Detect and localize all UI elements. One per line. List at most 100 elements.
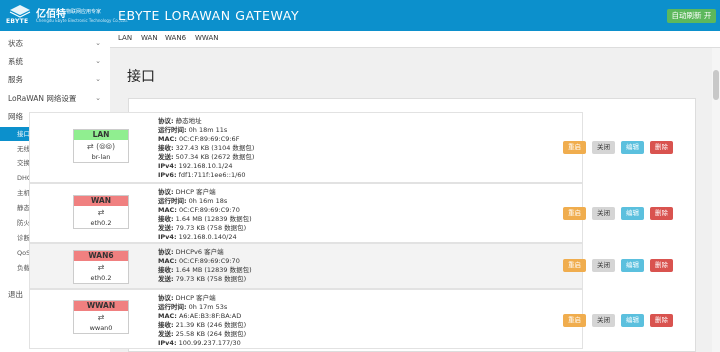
info-key: IPv4: <box>158 233 177 241</box>
info-line: IPv4: 100.99.237.177/30 <box>158 339 246 348</box>
interface-info: 协议: DHCP 客户端 运行时间: 0h 16m 18s MAC: 0C:CF… <box>158 188 252 242</box>
chevron-down-icon: ⌄ <box>95 39 101 47</box>
info-line: 接收: 1.64 MB (12839 数据包) <box>158 266 252 275</box>
delete-button[interactable]: 删除 <box>650 141 673 154</box>
info-key: 协议: <box>158 248 174 256</box>
info-key: MAC: <box>158 257 177 265</box>
page-title: 接口 <box>127 69 155 85</box>
info-key: MAC: <box>158 206 177 214</box>
stop-button[interactable]: 关闭 <box>592 314 615 327</box>
logo-brand: EBYTE <box>6 18 29 25</box>
interface-badge: WAN6 ⇄ eth0.2 <box>73 250 129 284</box>
interface-name: WWAN <box>74 301 128 311</box>
chevron-down-icon: ⌄ <box>95 57 101 65</box>
interface-info: 协议: DHCP 客户端 运行时间: 0h 17m 53s MAC: A6:AE… <box>158 294 246 348</box>
interface-badge: LAN ⇄ (⦾⦾) br-lan <box>73 129 129 163</box>
tab-wan6[interactable]: WAN6 <box>165 34 186 42</box>
interface-name: WAN <box>74 196 128 206</box>
info-line: 协议: DHCP 客户端 <box>158 188 252 197</box>
logo-subtitle: Chengdu Ebyte Electronic Technology Co.,… <box>36 18 128 23</box>
info-value: 1.64 MB (12839 数据包) <box>173 215 252 223</box>
sidebar-item-lorawan[interactable]: LoRaWAN 网络设置 ⌄ <box>0 90 110 107</box>
info-key: IPv4: <box>158 162 177 170</box>
edit-button[interactable]: 编辑 <box>621 314 644 327</box>
interface-device-icon: ⇄ <box>97 208 105 217</box>
info-line: 发送: 79.73 KB (758 数据包) <box>158 224 252 233</box>
edit-button[interactable]: 编辑 <box>621 207 644 220</box>
stop-button[interactable]: 关闭 <box>592 141 615 154</box>
info-value: A6:AE:B3:8F:BA:AD <box>176 312 242 320</box>
info-key: 运行时间: <box>158 197 187 205</box>
stop-button[interactable]: 关闭 <box>592 207 615 220</box>
info-key: 发送: <box>158 275 174 283</box>
info-line: MAC: A6:AE:B3:8F:BA:AD <box>158 312 246 321</box>
info-value: 192.168.0.140/24 <box>176 233 237 241</box>
info-key: 协议: <box>158 188 174 196</box>
info-value: 100.99.237.177/30 <box>176 339 241 347</box>
edit-button[interactable]: 编辑 <box>621 259 644 272</box>
restart-button[interactable]: 重启 <box>563 314 586 327</box>
restart-button[interactable]: 重启 <box>563 141 586 154</box>
info-value: 25.58 KB (264 数据包) <box>173 330 247 338</box>
interface-device: eth0.2 <box>90 219 112 227</box>
interface-row-lan: LAN ⇄ (⦾⦾) br-lan 协议: 静态地址 运行时间: 0h 18m … <box>29 112 673 183</box>
info-key: 运行时间: <box>158 303 187 311</box>
restart-button[interactable]: 重启 <box>563 207 586 220</box>
tab-lan[interactable]: LAN <box>118 34 132 42</box>
info-value: 静态地址 <box>173 117 202 125</box>
app-title: EBYTE LORAWAN GATEWAY <box>118 8 300 23</box>
chevron-down-icon: ⌄ <box>95 94 101 102</box>
logo-tagline: 物联网应用专家 <box>66 9 102 15</box>
logout-link[interactable]: 退出 <box>8 289 23 300</box>
info-value: 0C:CF:89:69:C9:70 <box>176 206 240 214</box>
sidebar-item-services[interactable]: 服务 ⌄ <box>0 71 110 88</box>
tab-wan[interactable]: WAN <box>141 34 158 42</box>
delete-button[interactable]: 删除 <box>650 207 673 220</box>
sidebar-item-status[interactable]: 状态 ⌄ <box>0 35 110 52</box>
interface-badge: WWAN ⇄ wwan0 <box>73 300 129 334</box>
scrollbar-thumb[interactable] <box>713 70 719 100</box>
delete-button[interactable]: 删除 <box>650 259 673 272</box>
interface-device: wwan0 <box>89 324 113 332</box>
info-key: 接收: <box>158 321 174 329</box>
interface-info: 协议: DHCPv6 客户端 MAC: 0C:CF:89:69:C9:70 接收… <box>158 248 252 284</box>
info-value: 79.73 KB (758 数据包) <box>173 275 247 283</box>
interface-device-icon: ⇄ <box>97 263 105 272</box>
info-key: IPv6: <box>158 171 177 179</box>
interface-name: LAN <box>74 130 128 140</box>
info-line: MAC: 0C:CF:89:69:C9:70 <box>158 206 252 215</box>
info-line: 接收: 1.64 MB (12839 数据包) <box>158 215 252 224</box>
info-key: MAC: <box>158 312 177 320</box>
edit-button[interactable]: 编辑 <box>621 141 644 154</box>
info-line: IPv6: fdf1:711f:1ee6::1/60 <box>158 171 254 180</box>
info-value: 0h 18m 11s <box>186 126 228 134</box>
auto-refresh-button[interactable]: 自动刷新 开 <box>667 9 716 23</box>
info-line: MAC: 0C:CF:89:69:C9:70 <box>158 257 252 266</box>
restart-button[interactable]: 重启 <box>563 259 586 272</box>
info-key: 接收: <box>158 266 174 274</box>
sidebar-item-system[interactable]: 系统 ⌄ <box>0 53 110 70</box>
info-value: 192.168.10.1/24 <box>176 162 233 170</box>
info-value: 0C:CF:89:69:C9:6F <box>176 135 240 143</box>
sidebar-item-label: 网络 <box>8 112 23 121</box>
info-line: 发送: 507.34 KB (2672 数据包) <box>158 153 254 162</box>
info-key: 运行时间: <box>158 126 187 134</box>
ebyte-logo: EBYTE 亿佰特 物联网应用专家 Chengdu Ebyte Electron… <box>6 3 128 28</box>
interface-row-wan: WAN ⇄ eth0.2 协议: DHCP 客户端 运行时间: 0h 16m 1… <box>29 183 673 243</box>
info-value: 327.43 KB (3104 数据包) <box>173 144 255 152</box>
info-value: 0C:CF:89:69:C9:70 <box>176 257 240 265</box>
interface-row-wan6: WAN6 ⇄ eth0.2 协议: DHCPv6 客户端 MAC: 0C:CF:… <box>29 243 673 289</box>
info-value: 507.34 KB (2672 数据包) <box>173 153 255 161</box>
info-key: 协议: <box>158 117 174 125</box>
tab-wwan[interactable]: WWAN <box>195 34 219 42</box>
chevron-down-icon: ⌄ <box>95 75 101 83</box>
info-line: IPv4: 192.168.0.140/24 <box>158 233 252 242</box>
info-value: DHCPv6 客户端 <box>173 248 224 256</box>
info-line: 接收: 21.39 KB (246 数据包) <box>158 321 246 330</box>
info-key: 接收: <box>158 144 174 152</box>
interface-tabs: LAN WAN WAN6 WWAN <box>110 31 720 48</box>
info-line: 运行时间: 0h 17m 53s <box>158 303 246 312</box>
info-line: 运行时间: 0h 16m 18s <box>158 197 252 206</box>
stop-button[interactable]: 关闭 <box>592 259 615 272</box>
delete-button[interactable]: 删除 <box>650 314 673 327</box>
